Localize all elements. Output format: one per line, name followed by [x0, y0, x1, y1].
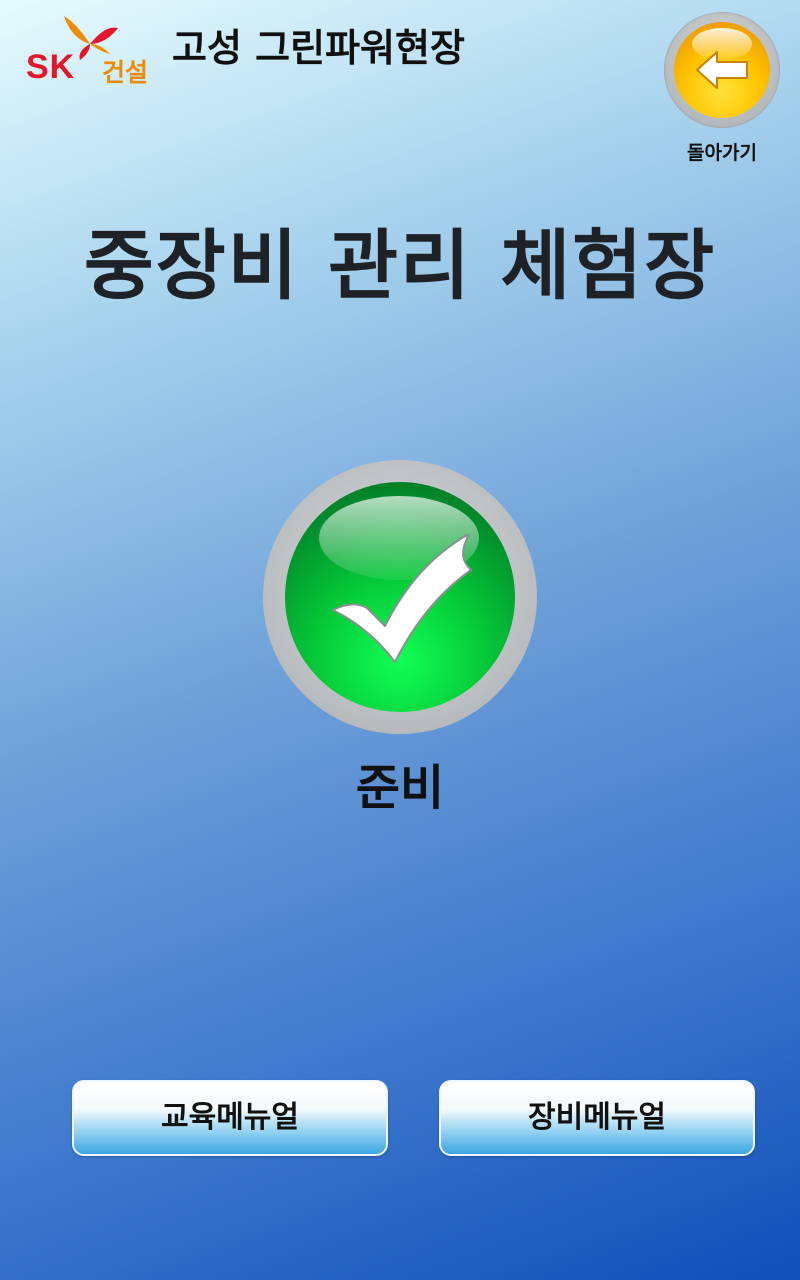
back-button-label[interactable]: 돌아가기	[664, 138, 780, 165]
check-mark-icon	[332, 534, 472, 663]
sk-logo: SK 건설	[26, 14, 156, 90]
status-indicator-face	[285, 482, 515, 712]
logo-sk-text: SK	[26, 48, 76, 86]
status-label: 준비	[355, 760, 445, 816]
page-title: 중장비 관리 체험장	[83, 221, 717, 310]
education-manual-button[interactable]: 교육메뉴얼	[72, 1080, 388, 1156]
status-indicator	[263, 460, 537, 734]
equipment-manual-button[interactable]: 장비메뉴얼	[439, 1080, 755, 1156]
logo-korean-text: 건설	[102, 58, 149, 87]
back-button[interactable]	[664, 12, 780, 128]
left-arrow-icon	[696, 51, 748, 89]
back-button-face	[674, 22, 770, 118]
site-title: 고성 그린파워현장	[172, 26, 465, 70]
